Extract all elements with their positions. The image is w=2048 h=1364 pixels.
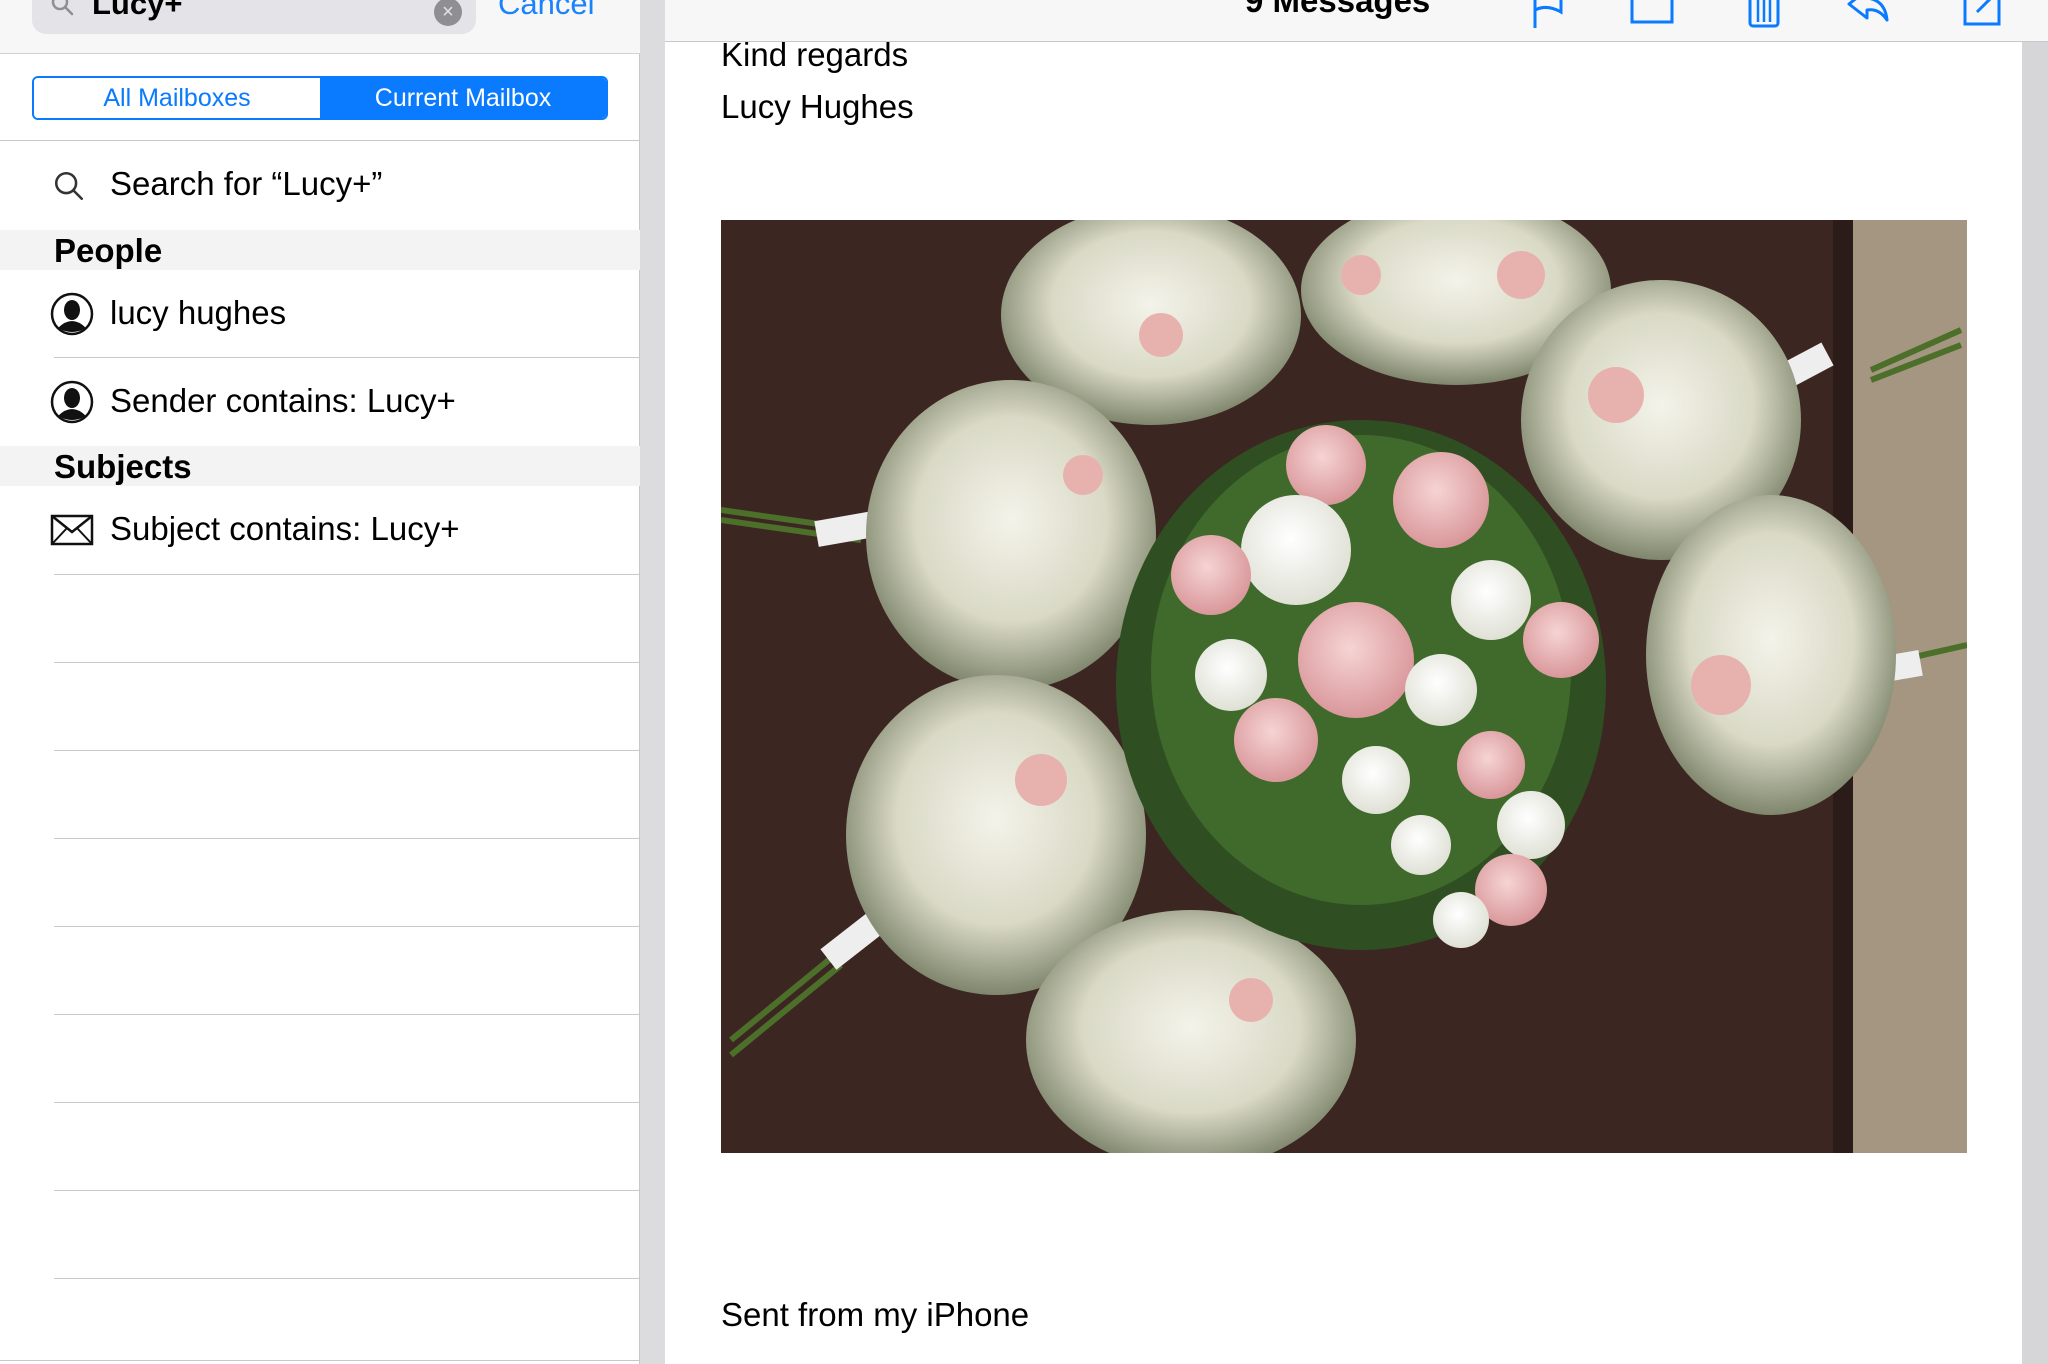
scope-current-mailbox[interactable]: Current Mailbox bbox=[320, 78, 606, 118]
clear-circle-icon[interactable]: × bbox=[434, 0, 462, 26]
scope-all-mailboxes[interactable]: All Mailboxes bbox=[34, 78, 320, 118]
empty-row-separator bbox=[54, 838, 640, 839]
envelope-icon bbox=[50, 514, 94, 546]
message-count-title: 9 Messages bbox=[1245, 0, 1431, 19]
subjects-header-label: Subjects bbox=[54, 448, 192, 485]
empty-row-separator bbox=[54, 1014, 640, 1015]
empty-row-separator bbox=[54, 1190, 640, 1191]
search-bar: Lucy+ × Cancel bbox=[0, 0, 640, 54]
person-silhouette-icon bbox=[50, 380, 94, 424]
email-signature: Lucy Hughes bbox=[721, 88, 914, 125]
empty-row-separator bbox=[54, 1102, 640, 1103]
cancel-button[interactable]: Cancel bbox=[498, 0, 595, 22]
bouquet-photo-illustration bbox=[721, 220, 1967, 1153]
sender-contains-label: Sender contains: Lucy+ bbox=[110, 382, 456, 419]
people-suggestion[interactable]: lucy hughes bbox=[0, 270, 640, 356]
people-suggestion-label: lucy hughes bbox=[110, 294, 287, 331]
sender-contains-suggestion[interactable]: Sender contains: Lucy+ bbox=[0, 358, 640, 444]
compose-icon[interactable] bbox=[1961, 0, 2007, 28]
trash-icon[interactable] bbox=[1741, 0, 1787, 28]
empty-row-separator bbox=[54, 662, 640, 663]
empty-row-separator bbox=[0, 1360, 640, 1361]
people-header-label: People bbox=[54, 232, 163, 269]
empty-row-separator bbox=[54, 750, 640, 751]
attached-photo[interactable] bbox=[721, 220, 1967, 1153]
empty-row-separator bbox=[54, 1278, 640, 1279]
message-view: 9 Messages Kind regards Lucy Hughes Sent… bbox=[665, 0, 2048, 1364]
flag-icon[interactable] bbox=[1525, 0, 1571, 28]
pane-divider bbox=[640, 0, 665, 1364]
empty-row-separator bbox=[54, 574, 640, 575]
scrollbar-track[interactable] bbox=[2022, 42, 2048, 1364]
subject-contains-suggestion[interactable]: Subject contains: Lucy+ bbox=[0, 486, 640, 572]
magnifier-icon bbox=[51, 0, 74, 16]
mailbox-scope-control: All Mailboxes Current Mailbox bbox=[32, 76, 608, 120]
search-for-suggestion[interactable]: Search for “Lucy+” bbox=[0, 141, 640, 227]
empty-row-separator bbox=[54, 926, 640, 927]
search-query-text: Lucy+ bbox=[92, 0, 183, 21]
folder-icon[interactable] bbox=[1629, 0, 1675, 28]
section-header-people: People bbox=[0, 230, 640, 270]
subject-contains-label: Subject contains: Lucy+ bbox=[110, 510, 460, 547]
search-sidebar: Lucy+ × Cancel All Mailboxes Current Mai… bbox=[0, 0, 640, 1364]
magnifier-icon bbox=[54, 171, 84, 201]
section-header-subjects: Subjects bbox=[0, 446, 640, 486]
email-closing: Kind regards bbox=[721, 36, 909, 73]
search-input[interactable]: Lucy+ × bbox=[32, 0, 476, 34]
mail-app: Lucy+ × Cancel All Mailboxes Current Mai… bbox=[0, 0, 2048, 1364]
person-silhouette-icon bbox=[50, 292, 94, 336]
email-footer: Sent from my iPhone bbox=[721, 1296, 1030, 1333]
search-for-label: Search for “Lucy+” bbox=[110, 165, 383, 202]
reply-icon[interactable] bbox=[1845, 0, 1891, 28]
